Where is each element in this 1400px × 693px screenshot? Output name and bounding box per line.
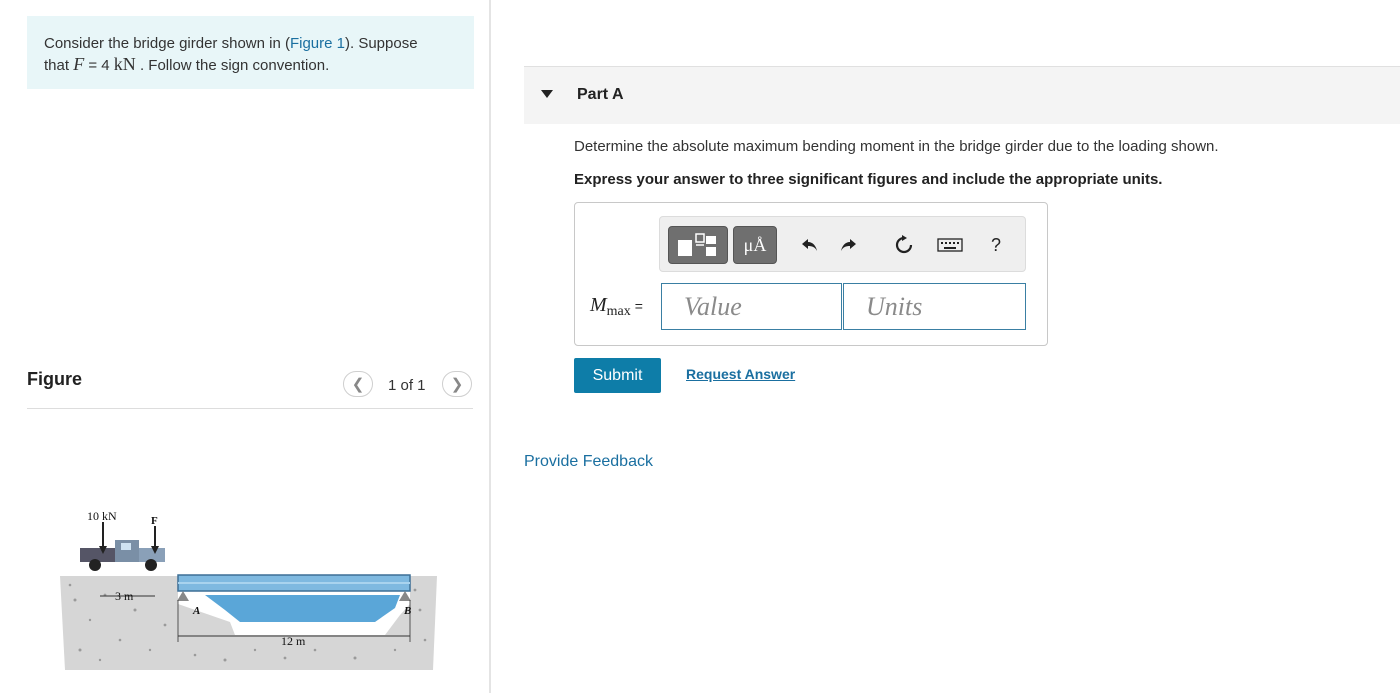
problem-statement: Consider the bridge girder shown in (Fig… xyxy=(27,16,474,89)
chevron-right-icon: ❯ xyxy=(450,376,464,393)
answer-label-eq: = xyxy=(634,298,643,314)
figure-divider xyxy=(27,408,473,409)
answer-label-main: M xyxy=(590,294,607,316)
force-unit: kN xyxy=(113,54,136,74)
value-input[interactable] xyxy=(661,283,842,330)
next-figure-button[interactable]: ❯ xyxy=(442,371,472,397)
support-b-label: B xyxy=(403,605,411,617)
math-toolbar: μÅ ? xyxy=(659,216,1026,272)
truck-icon xyxy=(80,540,165,571)
previous-figure-button[interactable]: ❮ xyxy=(343,371,373,397)
problem-text-1: Consider the bridge girder shown in ( xyxy=(44,35,290,52)
submit-button[interactable]: Submit xyxy=(574,358,661,393)
provide-feedback-link[interactable]: Provide Feedback xyxy=(524,453,653,471)
instruction-text: Express your answer to three significant… xyxy=(574,171,1163,188)
force-equals: = 4 xyxy=(84,57,114,74)
force-variable: F xyxy=(73,54,85,74)
figure-pager: 1 of 1 xyxy=(388,377,426,394)
river-water xyxy=(205,595,400,622)
units-button[interactable]: μÅ xyxy=(733,226,777,264)
help-button[interactable]: ? xyxy=(982,231,1010,259)
part-a-header[interactable] xyxy=(524,67,1400,124)
answer-label-sub: max xyxy=(606,304,631,319)
undo-icon xyxy=(802,239,817,251)
support-a-label: A xyxy=(192,605,200,617)
figure-link[interactable]: Figure 1 xyxy=(290,35,345,52)
support-a xyxy=(177,591,189,601)
bridge-figure: 10 kN F 3 m 12 m A B xyxy=(60,509,437,670)
keyboard-button[interactable] xyxy=(936,231,964,259)
answer-label: Mmax = xyxy=(590,294,643,320)
question-text: Determine the absolute maximum bending m… xyxy=(574,138,1219,155)
templates-button[interactable] xyxy=(668,226,728,264)
span-label: 12 m xyxy=(281,634,306,648)
support-b xyxy=(399,591,411,601)
problem-text-3: that xyxy=(44,57,74,74)
panel-divider[interactable] xyxy=(489,0,491,693)
part-title[interactable]: Part A xyxy=(577,86,624,104)
reset-icon xyxy=(895,235,913,254)
keyboard-icon xyxy=(937,238,963,252)
problem-text-2: ). Suppose xyxy=(345,35,418,52)
units-input[interactable] xyxy=(843,283,1026,330)
load-label: 10 kN xyxy=(87,509,117,523)
problem-text-4: . Follow the sign convention. xyxy=(135,57,330,74)
spacing-label: 3 m xyxy=(115,589,134,603)
redo-button[interactable] xyxy=(834,231,862,259)
caret-down-icon[interactable] xyxy=(541,90,553,98)
reset-button[interactable] xyxy=(890,231,918,259)
templates-icon xyxy=(678,233,716,256)
force-label: F xyxy=(151,515,158,527)
figure-title: Figure xyxy=(27,369,83,389)
undo-button[interactable] xyxy=(796,231,824,259)
chevron-left-icon: ❮ xyxy=(351,376,365,393)
redo-icon xyxy=(841,239,856,251)
request-answer-link[interactable]: Request Answer xyxy=(686,366,795,382)
left-panel: Consider the bridge girder shown in (Fig… xyxy=(0,0,489,693)
